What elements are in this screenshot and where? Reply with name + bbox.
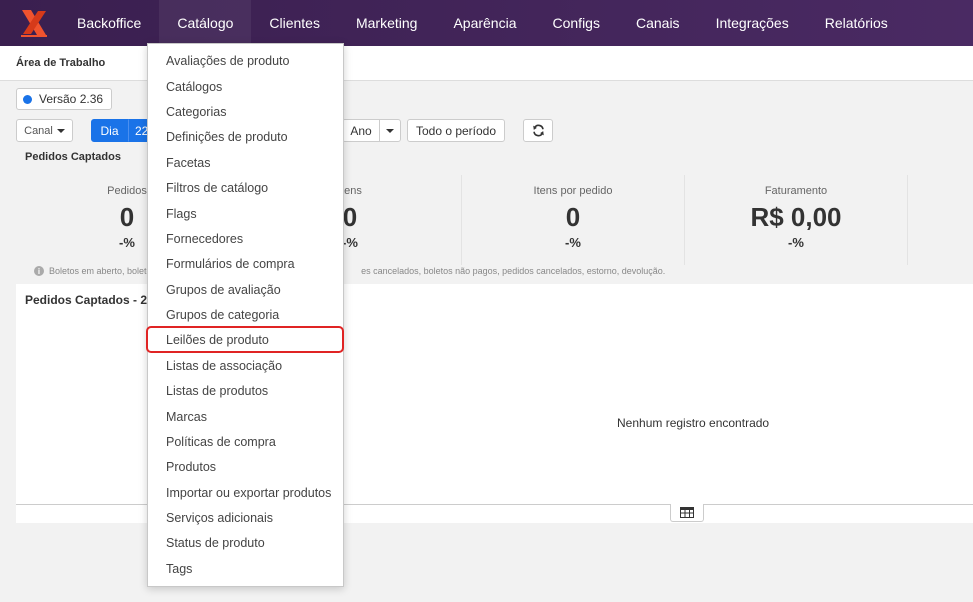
nav-configs[interactable]: Configs xyxy=(535,0,618,46)
menu-item-servicos-adicionais[interactable]: Serviços adicionais xyxy=(166,511,273,525)
refresh-icon xyxy=(532,124,544,137)
version-badge[interactable]: Versão 2.36 xyxy=(16,88,113,110)
nav-integracoes[interactable]: Integrações xyxy=(698,0,807,46)
info-note-left: Boletos em aberto, boletos xyxy=(49,266,157,276)
catalogo-dropdown-menu: Avaliações de produto Catálogos Categori… xyxy=(147,43,344,587)
nav-relatorios[interactable]: Relatórios xyxy=(807,0,906,46)
breadcrumb-bar: Área de Trabalho xyxy=(0,46,973,81)
menu-item-categorias[interactable]: Categorias xyxy=(166,105,226,119)
nav-aparencia[interactable]: Aparência xyxy=(435,0,534,46)
menu-item-listas-de-produtos[interactable]: Listas de produtos xyxy=(166,384,268,398)
nav-canais[interactable]: Canais xyxy=(618,0,698,46)
channel-label: Canal xyxy=(24,124,53,137)
section-title: Pedidos Captados xyxy=(25,151,121,163)
breadcrumb: Área de Trabalho xyxy=(16,57,106,69)
menu-item-produtos[interactable]: Produtos xyxy=(166,460,216,474)
menu-item-facetas[interactable]: Facetas xyxy=(166,156,210,170)
menu-item-catalogos[interactable]: Catálogos xyxy=(166,80,222,94)
info-note: i Boletos em aberto, boletos es cancelado… xyxy=(34,266,665,276)
day-label: Dia xyxy=(100,123,119,138)
menu-item-status-de-produto[interactable]: Status de produto xyxy=(166,536,265,550)
nav-clientes[interactable]: Clientes xyxy=(251,0,338,46)
panel-title: Pedidos Captados - 22 xyxy=(25,293,154,307)
menu-item-avaliacoes-de-produto[interactable]: Avaliações de produto xyxy=(166,54,289,68)
info-icon: i xyxy=(34,266,44,276)
all-period-button[interactable]: Todo o período xyxy=(407,119,505,142)
year-button[interactable]: Ano xyxy=(342,119,380,142)
stat-value: 0 xyxy=(565,202,581,232)
channel-dropdown-button[interactable]: Canal xyxy=(16,119,73,142)
nav-backoffice[interactable]: Backoffice xyxy=(59,0,159,46)
status-dot-icon xyxy=(23,94,32,104)
stat-pct: -% xyxy=(565,235,581,250)
menu-item-importar-ou-exportar-produtos[interactable]: Importar ou exportar produtos xyxy=(166,486,331,500)
menu-item-grupos-de-avaliacao[interactable]: Grupos de avaliação xyxy=(166,283,281,297)
year-label: Ano xyxy=(350,123,372,138)
stat-pct: -% xyxy=(788,235,804,250)
info-note-right: es cancelados, boletos não pagos, pedido… xyxy=(361,266,666,276)
period-label: Todo o período xyxy=(415,123,497,138)
menu-item-politicas-de-compra[interactable]: Políticas de compra xyxy=(166,435,276,449)
nav-catalogo[interactable]: Catálogo xyxy=(159,0,252,46)
table-icon xyxy=(680,507,694,518)
chevron-down-icon xyxy=(386,128,394,133)
year-dropdown-button[interactable] xyxy=(379,119,401,142)
top-navbar: Backoffice Catálogo Clientes Marketing A… xyxy=(0,0,973,46)
table-toggle-button[interactable] xyxy=(670,504,704,522)
stat-label: Faturamento xyxy=(764,185,828,197)
menu-item-listas-de-associacao[interactable]: Listas de associação xyxy=(166,359,282,373)
menu-item-marcas[interactable]: Marcas xyxy=(166,410,207,424)
stat-label: Itens por pedido xyxy=(533,185,613,197)
stat-value: R$ 0,00 xyxy=(750,202,842,232)
menu-item-tags[interactable]: Tags xyxy=(166,562,192,576)
menu-item-formularios-de-compra[interactable]: Formulários de compra xyxy=(166,257,295,271)
stat-itens-por-pedido: Itens por pedido 0 -% xyxy=(462,175,684,265)
menu-item-flags[interactable]: Flags xyxy=(166,207,197,221)
version-label: Versão 2.36 xyxy=(39,92,104,106)
empty-message: Nenhum registro encontrado xyxy=(617,416,770,430)
menu-item-filtros-de-catalogo[interactable]: Filtros de catálogo xyxy=(166,181,268,195)
nav-marketing[interactable]: Marketing xyxy=(338,0,435,46)
chevron-down-icon xyxy=(56,128,65,133)
menu-item-definicoes-de-produto[interactable]: Definições de produto xyxy=(166,130,288,144)
day-button[interactable]: Dia xyxy=(91,119,128,142)
menu-item-grupos-de-categoria[interactable]: Grupos de categoria xyxy=(166,308,279,322)
brand-logo-icon[interactable] xyxy=(19,8,49,38)
stat-divider xyxy=(907,175,908,265)
stat-faturamento: Faturamento R$ 0,00 -% xyxy=(685,175,907,265)
menu-item-leiloes-de-produto[interactable]: Leilões de produto xyxy=(166,333,269,347)
refresh-button[interactable] xyxy=(523,119,553,142)
menu-item-fornecedores[interactable]: Fornecedores xyxy=(166,232,243,246)
